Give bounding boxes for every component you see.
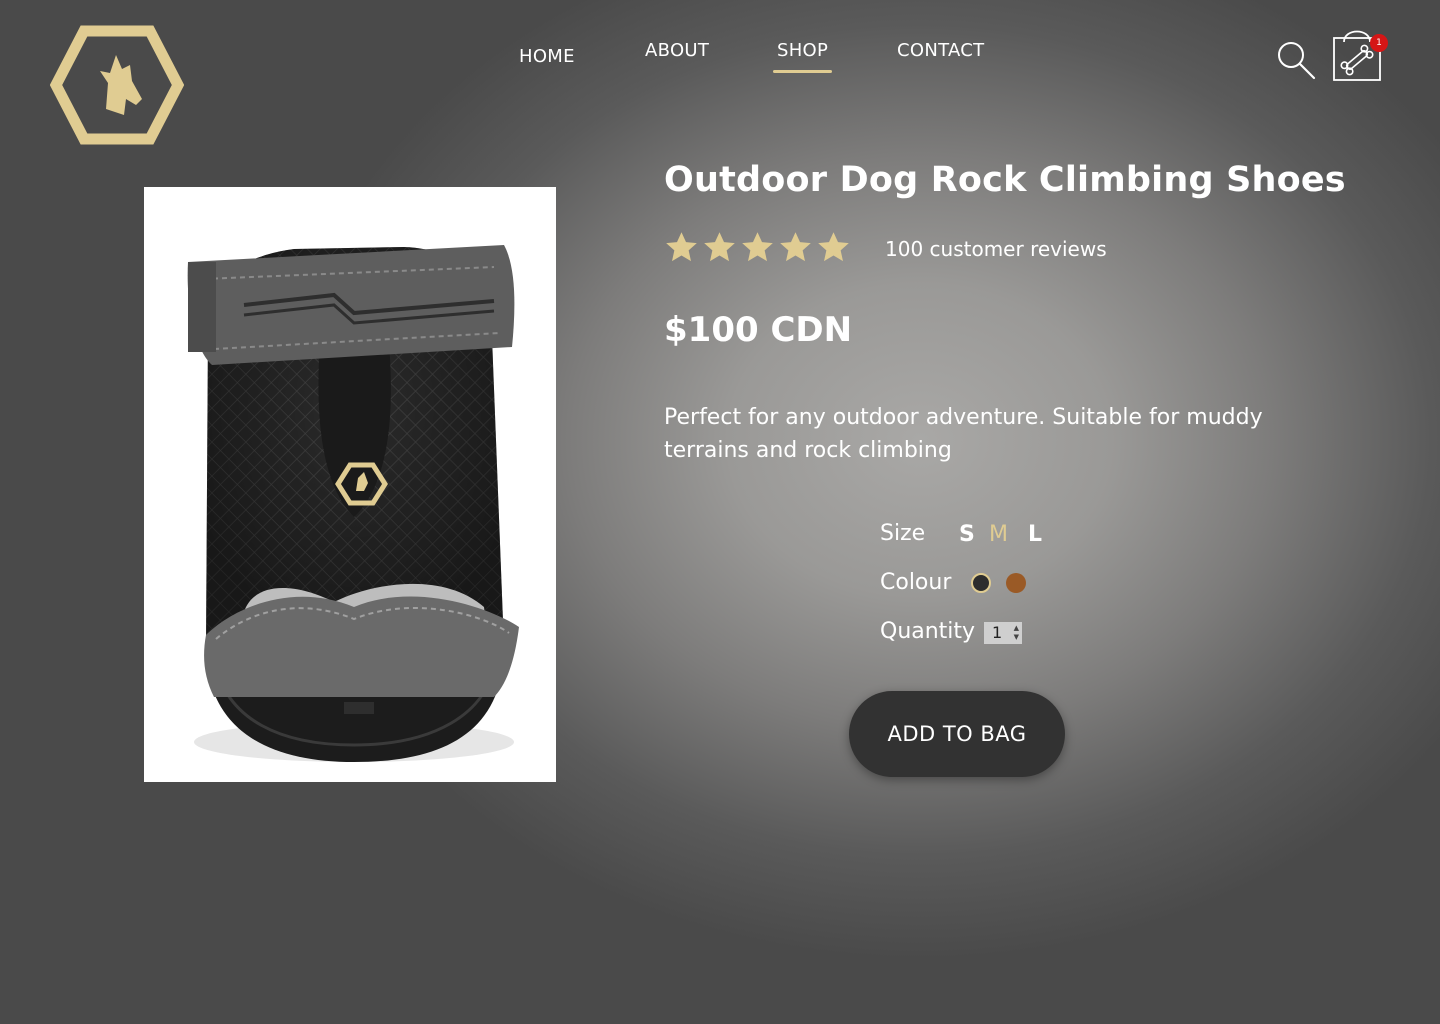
rating-stars [664, 230, 851, 265]
star-icon [742, 232, 773, 262]
nav-contact[interactable]: CONTACT [897, 40, 984, 61]
size-option-l[interactable]: L [1028, 522, 1042, 547]
star-icon [666, 232, 697, 262]
star-icon [780, 232, 811, 262]
star-icon [704, 232, 735, 262]
product-description: Perfect for any outdoor adventure. Suita… [664, 405, 1263, 463]
stepper-arrows-icon[interactable]: ▲ ▼ [1014, 624, 1019, 642]
size-option-s[interactable]: S [959, 522, 975, 547]
size-option-m[interactable]: M [989, 522, 1008, 547]
quantity-value: 1 [992, 623, 1003, 642]
quantity-stepper[interactable]: 1 ▲ ▼ [984, 622, 1022, 644]
search-icon[interactable] [1274, 38, 1316, 80]
colour-swatch-brown[interactable] [1006, 573, 1026, 593]
shopping-bag-bone-icon[interactable] [1332, 20, 1386, 84]
nav-home[interactable]: HOME [519, 46, 575, 67]
star-icon [818, 232, 849, 262]
size-label: Size [880, 521, 926, 546]
nav-about[interactable]: ABOUT [645, 40, 709, 61]
quantity-label: Quantity [880, 619, 976, 644]
colour-swatch-black[interactable] [971, 573, 991, 593]
review-count-link[interactable]: 100 customer reviews [885, 237, 1107, 261]
bag-count-badge: 1 [1370, 34, 1388, 52]
product-price: $100 CDN [664, 310, 853, 350]
colour-label: Colour [880, 570, 952, 595]
add-to-bag-button[interactable]: ADD TO BAG [849, 691, 1065, 777]
product-image [144, 187, 556, 782]
nav-shop[interactable]: SHOP [772, 40, 833, 73]
hexagon-dog-logo-icon[interactable] [50, 25, 184, 145]
product-title: Outdoor Dog Rock Climbing Shoes [664, 160, 1346, 200]
